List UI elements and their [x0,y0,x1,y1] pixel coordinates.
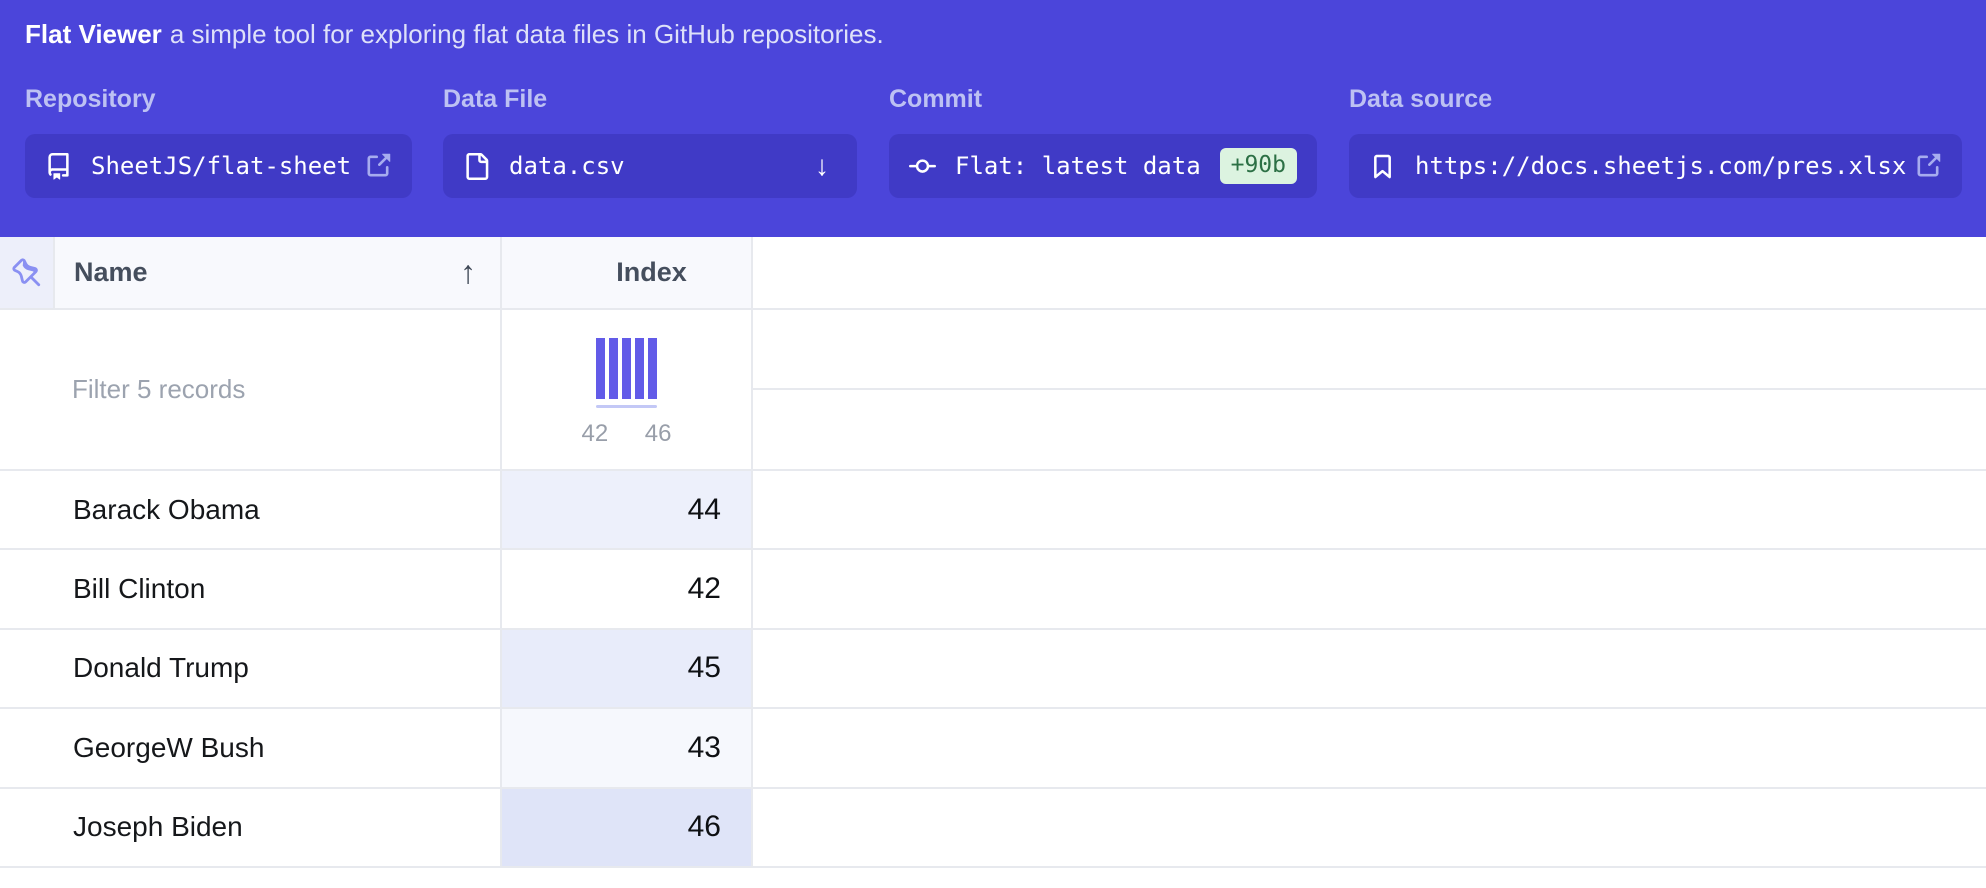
table-header-row: Name ↑ Index [0,237,1986,310]
table-row[interactable]: Joseph Biden 46 [0,789,1986,868]
commit-control: Commit Flat: latest data +90b [889,86,1317,198]
row-empty-area [753,471,1986,548]
app-tagline: a simple tool for exploring flat data fi… [170,19,884,49]
repository-button[interactable]: SheetJS/flat-sheet [25,134,412,198]
index-cell[interactable]: 42 [502,550,753,627]
chevron-down-icon: ↓ [815,150,837,182]
repository-control: Repository SheetJS/flat-sheet [25,86,412,198]
app-name: Flat Viewer [25,19,162,49]
data-source-control: Data source https://docs.sheetjs.com/pre… [1349,86,1962,198]
commit-button[interactable]: Flat: latest data +90b [889,134,1317,198]
file-icon [463,153,490,180]
sort-ascending-icon: ↑ [460,254,476,291]
repo-icon [45,153,72,180]
external-link-icon [364,152,392,180]
filter-row: 42 46 [0,310,1986,471]
index-histogram-cell[interactable]: 42 46 [502,310,753,469]
histogram-max-label: 46 [645,420,672,448]
row-empty-area [753,630,1986,707]
histogram-range-bar [596,405,657,408]
header-empty-area [753,237,1986,308]
name-column-label: Name [74,257,148,288]
histogram-bar [648,338,657,399]
histogram-bar [596,338,605,399]
histogram-min-label: 42 [582,420,609,448]
name-filter-cell [0,310,502,469]
data-file-label: Data File [443,86,857,113]
repository-label: Repository [25,86,412,113]
index-cell[interactable]: 44 [502,471,753,548]
row-empty-area [753,550,1986,627]
name-cell[interactable]: Bill Clinton [0,550,502,627]
table-row[interactable]: Donald Trump 45 [0,630,1986,709]
row-empty-area [753,789,1986,866]
index-cell[interactable]: 45 [502,630,753,707]
bookmark-icon [1369,153,1396,180]
histogram-bars [596,338,657,399]
histogram-labels: 42 46 [582,420,672,448]
filter-row-divider [753,310,1986,390]
data-file-select[interactable]: data.csv ↓ [443,134,857,198]
flat-viewer-app: Flat Viewer a simple tool for exploring f… [0,0,1986,888]
histogram-bar [609,338,618,399]
pin-icon [12,258,42,288]
diff-size-badge: +90b [1220,148,1297,184]
name-cell[interactable]: Donald Trump [0,630,502,707]
name-cell[interactable]: Joseph Biden [0,789,502,866]
index-column-label: Index [616,257,687,288]
table-row[interactable]: Barack Obama 44 [0,471,1986,550]
index-cell[interactable]: 46 [502,789,753,866]
table-row[interactable]: Bill Clinton 42 [0,550,1986,629]
repository-value: SheetJS/flat-sheet [91,152,351,180]
commit-label: Commit [889,86,1317,113]
name-cell[interactable]: Barack Obama [0,471,502,548]
data-source-label: Data source [1349,86,1962,113]
table-row[interactable]: GeorgeW Bush 43 [0,709,1986,788]
column-header-name[interactable]: Name ↑ [55,237,502,308]
filter-empty-area [753,310,1986,469]
histogram-bar [635,338,644,399]
row-empty-area [753,709,1986,786]
git-commit-icon [909,153,936,180]
name-cell[interactable]: GeorgeW Bush [0,709,502,786]
data-source-link[interactable]: https://docs.sheetjs.com/pres.xlsx [1349,134,1962,198]
data-file-control: Data File data.csv ↓ [443,86,857,198]
data-table: Name ↑ Index 42 46 [0,237,1986,868]
data-source-url: https://docs.sheetjs.com/pres.xlsx [1415,152,1906,180]
column-header-index[interactable]: Index [502,237,753,308]
histogram-bar [622,338,631,399]
app-header: Flat Viewer a simple tool for exploring f… [0,0,1986,237]
filter-input[interactable] [0,310,500,469]
index-cell[interactable]: 43 [502,709,753,786]
data-file-value: data.csv [509,152,625,180]
index-histogram: 42 46 [582,338,672,448]
pin-column-button[interactable] [0,237,55,308]
app-title: Flat Viewer a simple tool for exploring f… [25,19,884,50]
external-link-icon [1914,152,1942,180]
commit-message: Flat: latest data [955,152,1201,180]
